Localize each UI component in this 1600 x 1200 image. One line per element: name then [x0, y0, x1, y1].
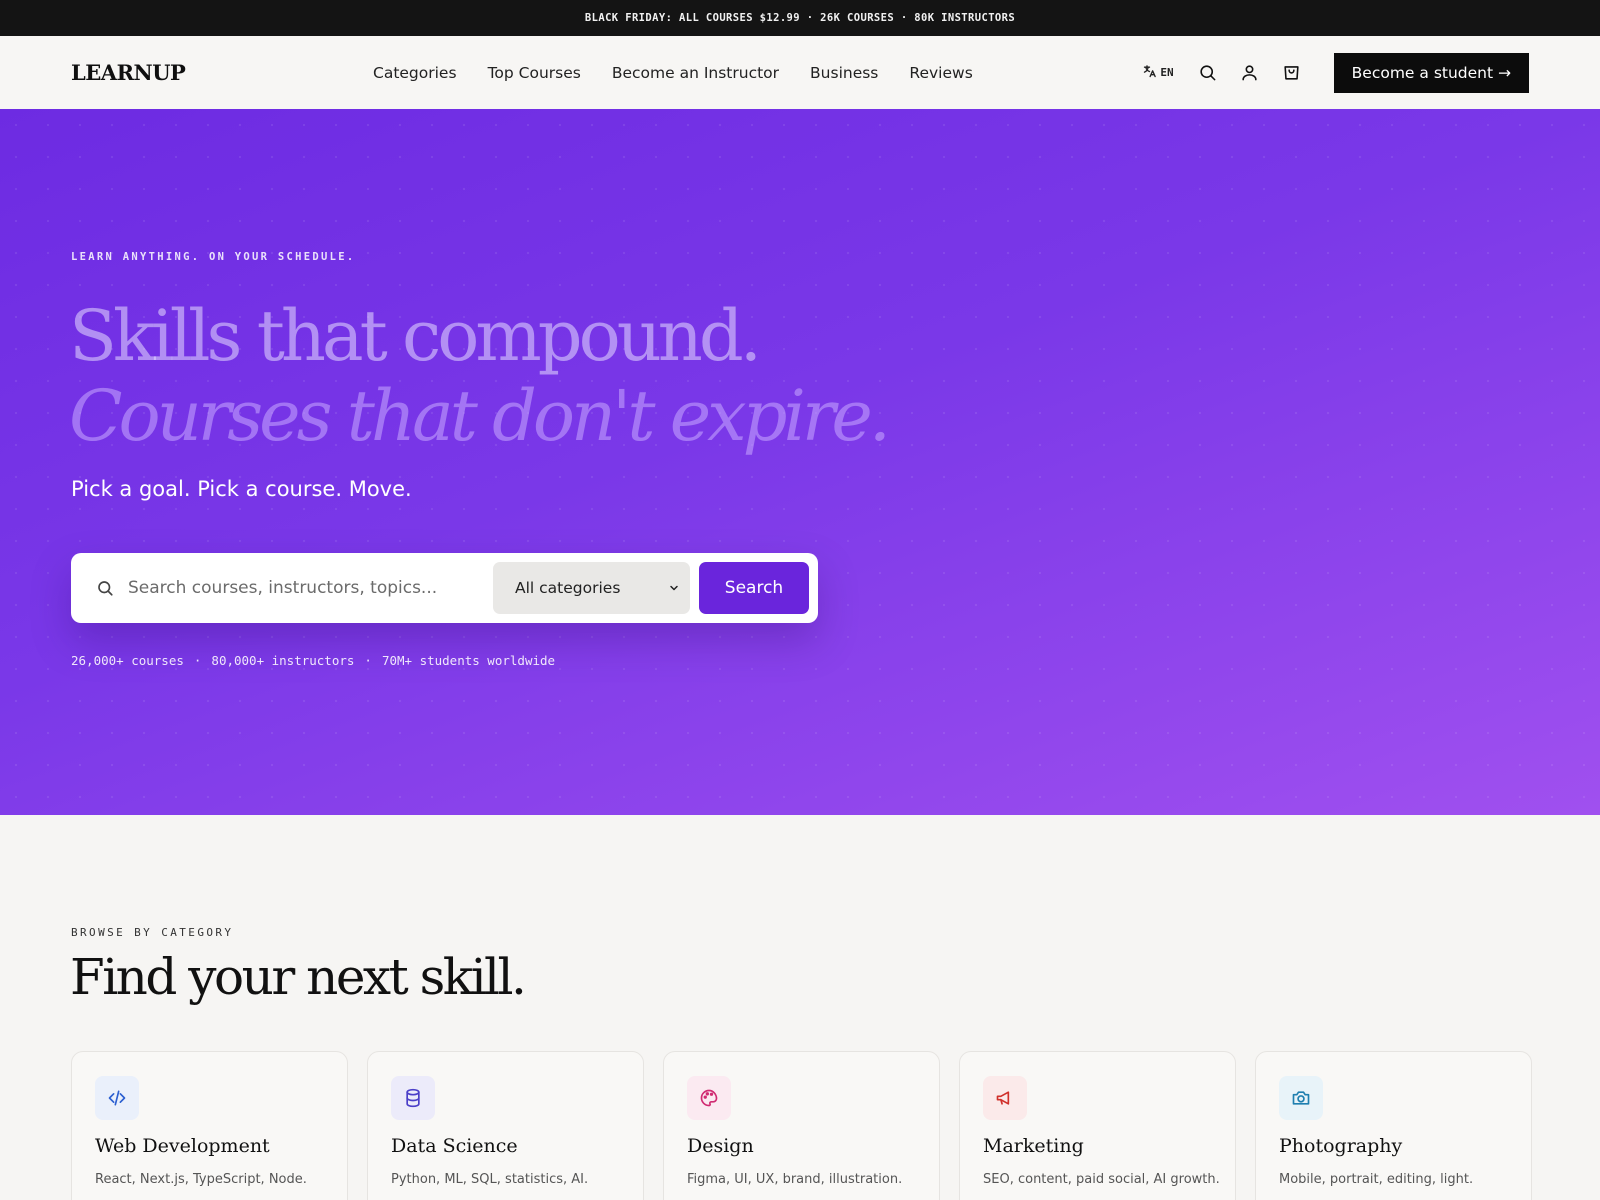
search-icon[interactable]: [1198, 63, 1218, 83]
category-card-desc: Figma, UI, UX, brand, illustration.: [687, 1172, 903, 1187]
become-student-button[interactable]: Become a student →: [1333, 52, 1529, 93]
category-select[interactable]: All categories: [493, 562, 690, 614]
language-label: EN: [1160, 66, 1174, 79]
code-icon: [95, 1076, 139, 1120]
user-icon[interactable]: [1240, 63, 1260, 83]
category-card-desc: React, Next.js, TypeScript, Node.: [95, 1172, 307, 1187]
category-cards: Web Development React, Next.js, TypeScri…: [71, 1051, 1532, 1200]
category-card-title: Photography: [1279, 1135, 1403, 1157]
nav-categories[interactable]: Categories: [373, 64, 457, 82]
nav-top-courses[interactable]: Top Courses: [488, 64, 581, 82]
stat-separator: ·: [364, 653, 372, 668]
stat-courses: 26,000+ courses: [71, 653, 184, 668]
language-switcher[interactable]: EN: [1142, 64, 1174, 82]
category-eyebrow: BROWSE BY CATEGORY: [71, 926, 234, 939]
category-card-photography[interactable]: Photography Mobile, portrait, editing, l…: [1255, 1051, 1532, 1200]
search-button[interactable]: Search: [699, 562, 809, 614]
category-card-desc: Python, ML, SQL, statistics, AI.: [391, 1172, 589, 1187]
nav-become-instructor[interactable]: Become an Instructor: [612, 64, 779, 82]
category-card-desc: Mobile, portrait, editing, light.: [1279, 1172, 1474, 1187]
category-card-title: Data Science: [391, 1135, 518, 1157]
camera-icon: [1279, 1076, 1323, 1120]
hero-eyebrow: LEARN ANYTHING. ON YOUR SCHEDULE.: [71, 251, 356, 263]
category-card-web-development[interactable]: Web Development React, Next.js, TypeScri…: [71, 1051, 348, 1200]
category-card-title: Marketing: [983, 1135, 1084, 1157]
nav-reviews[interactable]: Reviews: [909, 64, 972, 82]
search-icon: [98, 581, 113, 596]
site-header: LEARNUP Categories Top Courses Become an…: [0, 36, 1600, 109]
header-actions: EN Become a student →: [1142, 36, 1529, 109]
stat-students: 70M+ students worldwide: [381, 653, 556, 668]
hero-headline-line1: Skills that compound.: [69, 295, 762, 377]
logo[interactable]: LEARNUP: [71, 60, 301, 85]
category-card-title: Design: [687, 1135, 754, 1157]
stat-instructors: 80,000+ instructors: [211, 653, 355, 668]
category-card-data-science[interactable]: Data Science Python, ML, SQL, statistics…: [367, 1051, 644, 1200]
stat-separator: ·: [193, 653, 202, 668]
category-card-marketing[interactable]: Marketing SEO, content, paid social, AI …: [959, 1051, 1236, 1200]
hero-stats: 26,000+ courses · 80,000+ instructors · 70M+…: [71, 653, 555, 668]
hero-headline-line2: Courses that don't expire.: [69, 375, 891, 457]
nav-business[interactable]: Business: [810, 64, 878, 82]
megaphone-icon: [983, 1076, 1027, 1120]
category-card-desc: SEO, content, paid social, AI growth.: [983, 1172, 1220, 1187]
category-card-title: Web Development: [95, 1135, 270, 1157]
translate-icon: [1142, 64, 1157, 82]
category-select-value: All categories: [515, 579, 621, 597]
cart-icon[interactable]: [1282, 63, 1302, 83]
announcement-bar: BLACK FRIDAY: ALL COURSES $12.99 · 26K C…: [0, 0, 1600, 36]
main-nav: Categories Top Courses Become an Instruc…: [373, 36, 1004, 109]
announcement-text: BLACK FRIDAY: ALL COURSES $12.99 · 26K C…: [584, 12, 1016, 24]
category-title: Find your next skill.: [70, 948, 527, 1006]
search-bar: All categories Search: [71, 553, 818, 623]
database-icon: [391, 1076, 435, 1120]
hero-subheadline: Pick a goal. Pick a course. Move.: [71, 477, 412, 501]
chevron-down-icon: [670, 585, 678, 591]
category-card-design[interactable]: Design Figma, UI, UX, brand, illustratio…: [663, 1051, 940, 1200]
palette-icon: [687, 1076, 731, 1120]
search-input[interactable]: [128, 578, 478, 598]
hero-section: LEARN ANYTHING. ON YOUR SCHEDULE. Skills…: [0, 109, 1600, 815]
